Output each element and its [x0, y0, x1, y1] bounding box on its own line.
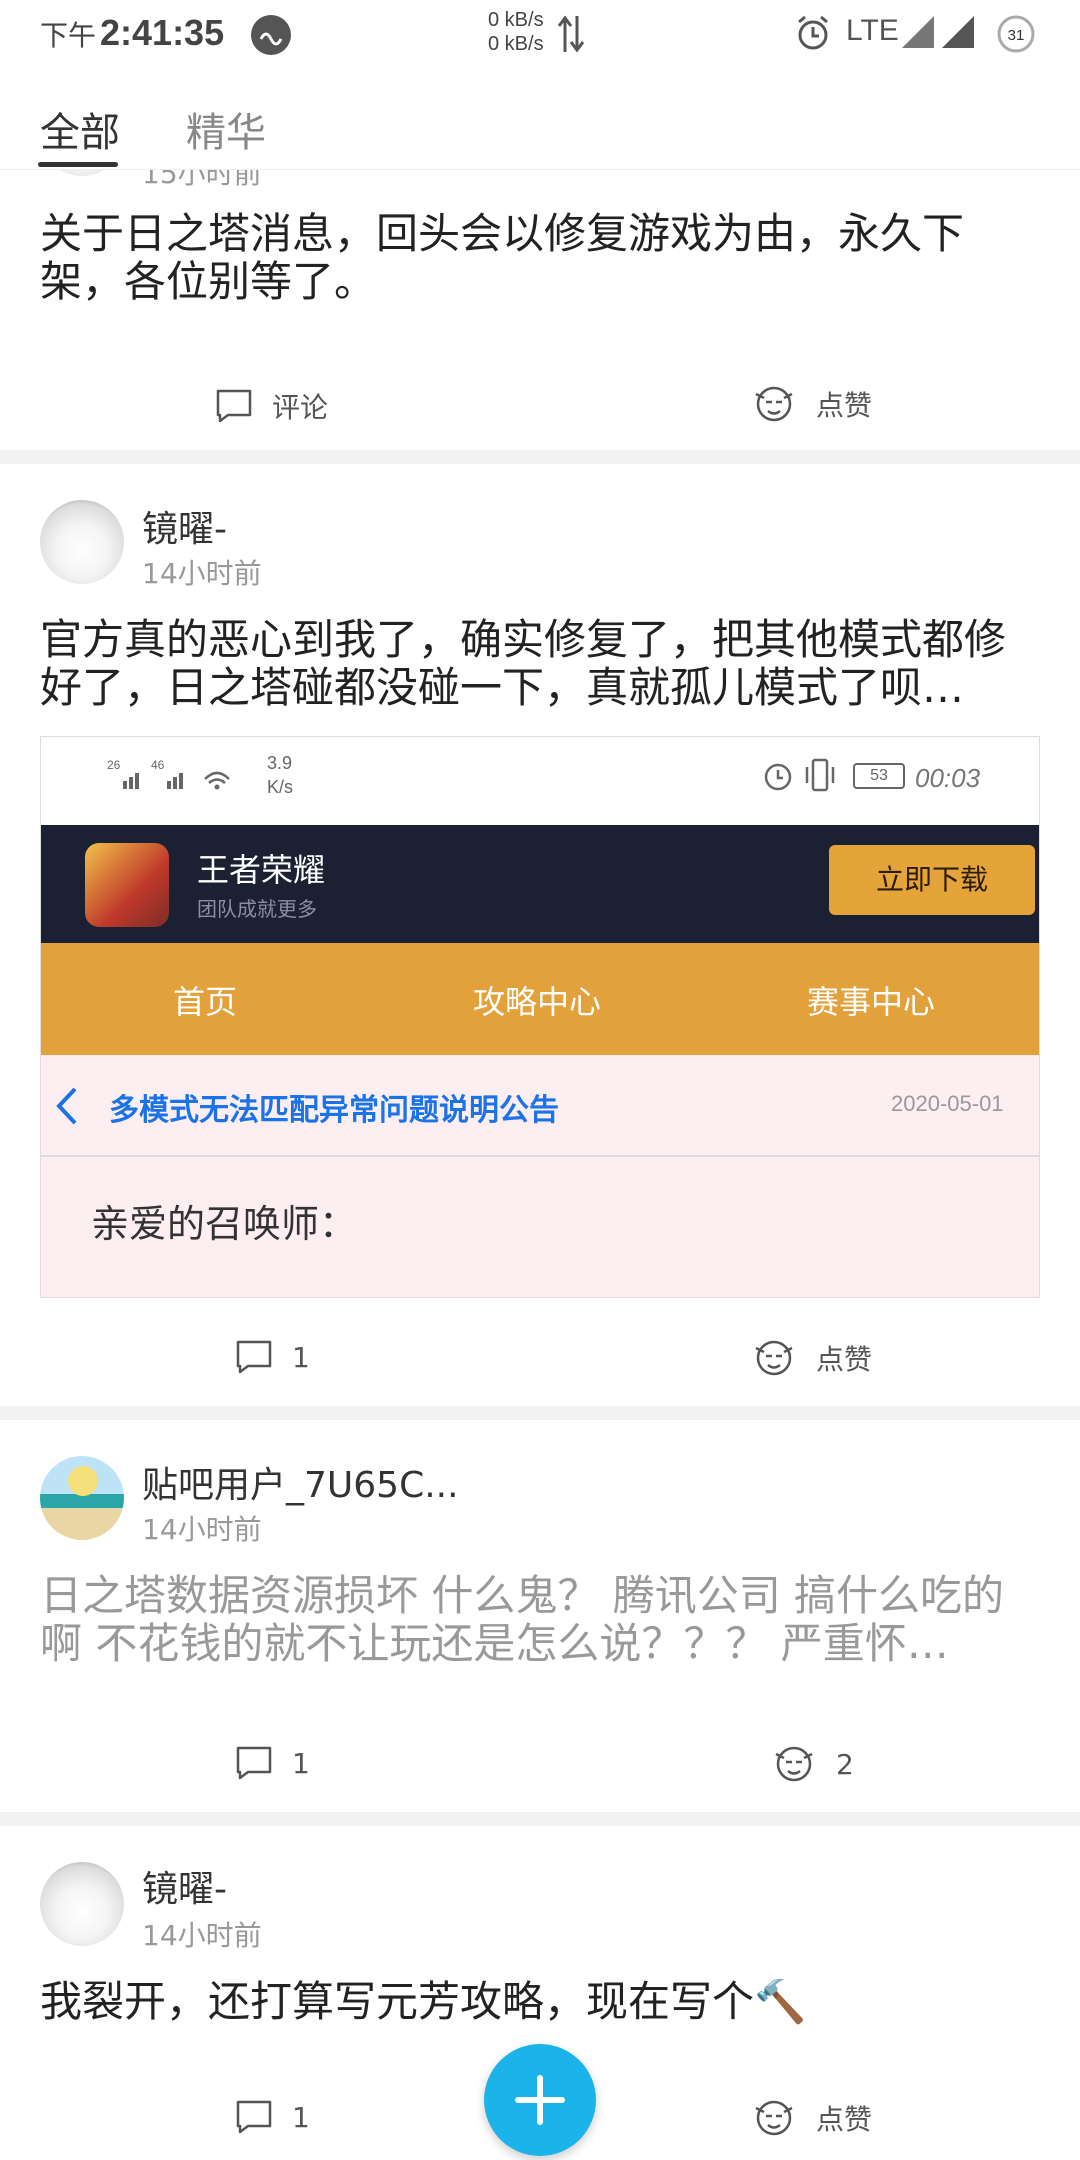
tab-bar: 全部 精华	[0, 72, 1080, 170]
post-content[interactable]: 我裂开，还打算写元芳攻略，现在写个🔨	[40, 1978, 1040, 2026]
embedded-nav: 首页 攻略中心 赛事中心	[41, 943, 1039, 1055]
tab-featured[interactable]: 精华	[186, 100, 266, 158]
post-time: 14小时前	[142, 1919, 262, 1952]
comment-label: 评论	[272, 391, 329, 424]
like-label: 点赞	[816, 1343, 873, 1376]
comment-button[interactable]: 1	[236, 1340, 310, 1374]
username[interactable]: 镜曜-	[142, 1860, 227, 1912]
like-face-icon	[755, 2100, 793, 2136]
embedded-nav-item: 攻略中心	[473, 984, 602, 1020]
like-face-icon	[755, 1340, 793, 1376]
post-time: 14小时前	[142, 557, 262, 590]
avatar[interactable]	[40, 1456, 124, 1540]
embedded-signal-icon: 26 46	[105, 755, 245, 800]
tab-all[interactable]: 全部	[40, 100, 120, 158]
embedded-vibrate-icon	[803, 757, 837, 798]
game-app-icon	[85, 843, 169, 927]
comment-icon	[236, 1340, 272, 1374]
comment-button[interactable]: 1	[236, 2100, 310, 2134]
post-content[interactable]: 日之塔数据资源损坏 什么鬼？ 腾讯公司 搞什么吃的啊 不花钱的就不让玩还是怎么说…	[40, 1572, 1040, 1668]
embedded-article-header: 多模式无法匹配异常问题说明公告 2020-05-01	[41, 1055, 1039, 1157]
post-divider	[0, 1406, 1080, 1420]
embedded-net-speed: 3.9 K/s	[267, 751, 293, 799]
like-button[interactable]: 2	[772, 1744, 854, 1784]
embedded-article-body: 亲爱的召唤师：	[41, 1157, 1039, 1297]
like-button[interactable]: 点赞	[752, 1338, 872, 1378]
post-content[interactable]: 官方真的恶心到我了，确实修复了，把其他模式都修好了，日之塔碰都没碰一下，真就孤儿…	[40, 616, 1040, 712]
post-divider	[0, 1812, 1080, 1826]
svg-text:46: 46	[151, 758, 165, 772]
comment-icon	[236, 2100, 272, 2134]
embedded-status-bar: 26 46 3.9 K/s 53 00:03	[41, 737, 1039, 825]
plus-icon	[515, 2075, 565, 2125]
post-feed[interactable]: 15小时前 关于日之塔消息，回头会以修复游戏为由，永久下架，各位别等了。 评论 …	[0, 0, 1080, 2160]
embedded-net-speed-value: 3.9	[267, 753, 293, 773]
download-button: 立即下载	[829, 845, 1035, 915]
embedded-alarm-icon	[761, 759, 795, 798]
comment-count: 1	[292, 1746, 310, 1780]
like-button[interactable]: 点赞	[752, 2098, 872, 2138]
like-count: 2	[836, 1747, 854, 1781]
comment-count: 1	[292, 1340, 310, 1374]
comment-count: 1	[292, 2100, 310, 2134]
sun-icon	[68, 1466, 98, 1496]
like-face-icon	[755, 386, 793, 422]
comment-button[interactable]: 评论	[216, 386, 328, 426]
embedded-app-sub: 团队成就更多	[197, 899, 317, 921]
like-label: 点赞	[816, 2103, 873, 2136]
embedded-net-speed-unit: K/s	[267, 777, 294, 797]
back-chevron-icon	[55, 1085, 79, 1132]
active-tab-indicator	[38, 162, 118, 167]
username[interactable]: 贴吧用户_7U65C...	[142, 1456, 459, 1508]
embedded-nav-item: 赛事中心	[807, 984, 936, 1020]
post-time: 14小时前	[142, 1513, 262, 1546]
new-post-button[interactable]	[484, 2044, 596, 2156]
avatar[interactable]	[40, 500, 124, 584]
embedded-article-date: 2020-05-01	[891, 1091, 1004, 1116]
comment-icon	[236, 1746, 272, 1780]
comment-icon	[216, 389, 252, 423]
embedded-greeting: 亲爱的召唤师：	[91, 1204, 358, 1246]
like-label: 点赞	[816, 389, 873, 422]
comment-button[interactable]: 1	[236, 1746, 310, 1780]
embedded-app-banner: 王者荣耀 团队成就更多 立即下载	[41, 825, 1039, 943]
username[interactable]: 镜曜-	[142, 500, 227, 552]
post-content[interactable]: 关于日之塔消息，回头会以修复游戏为由，永久下架，各位别等了。	[40, 210, 1040, 306]
embedded-nav-item: 首页	[173, 984, 238, 1020]
avatar[interactable]	[40, 1862, 124, 1946]
embedded-article-title: 多模式无法匹配异常问题说明公告	[109, 1094, 559, 1127]
like-face-icon	[775, 1746, 813, 1782]
like-button[interactable]: 点赞	[752, 384, 872, 424]
post-image[interactable]: 26 46 3.9 K/s 53 00:03 王者荣耀 团队成就更多 立即下载 …	[40, 736, 1040, 1298]
svg-text:26: 26	[107, 758, 121, 772]
post-divider	[0, 450, 1080, 464]
embedded-clock: 00:03	[915, 763, 981, 793]
embedded-app-name: 王者荣耀	[197, 852, 326, 888]
embedded-battery-icon: 53	[853, 763, 905, 789]
